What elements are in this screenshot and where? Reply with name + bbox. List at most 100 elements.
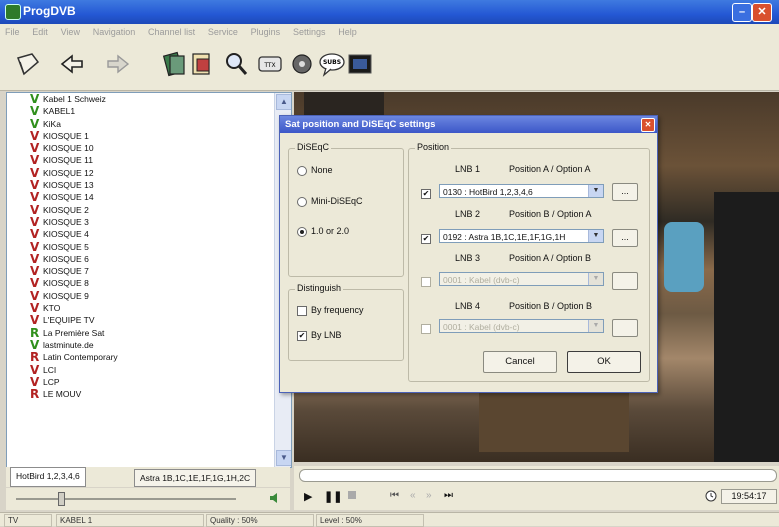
back-icon[interactable]: [58, 50, 86, 78]
menu-channel-list[interactable]: Channel list: [143, 24, 200, 40]
channel-list-item[interactable]: V L'EQUIPE TV: [7, 314, 273, 326]
channel-list-item[interactable]: V KIOSQUE 3: [7, 216, 273, 228]
rewind-button[interactable]: «: [410, 490, 416, 501]
play-button[interactable]: ▶: [304, 490, 312, 503]
radio-none-dot[interactable]: [297, 165, 307, 176]
lnb2-checkbox[interactable]: ✔: [421, 234, 431, 244]
lnb1-checkbox[interactable]: ✔: [421, 189, 431, 199]
channel-list-item[interactable]: V KIOSQUE 14: [7, 191, 273, 203]
fast-forward-button[interactable]: »: [426, 490, 432, 501]
by-lnb-box[interactable]: ✔: [297, 330, 307, 341]
by-frequency-box[interactable]: [297, 305, 307, 316]
channel-name: KIOSQUE 13: [43, 180, 94, 191]
chevron-down-icon[interactable]: ▼: [588, 273, 603, 285]
volume-slider-thumb[interactable]: [58, 492, 65, 506]
record-icon[interactable]: [160, 50, 188, 78]
radio-diseqc-1-2[interactable]: 1.0 or 2.0: [297, 226, 349, 237]
lnb1-more-button[interactable]: ...: [612, 183, 638, 201]
radio-mini-diseqc[interactable]: Mini-DiSEqC: [297, 196, 363, 207]
menu-plugins[interactable]: Plugins: [246, 24, 286, 40]
channel-list-item[interactable]: R Latin Contemporary: [7, 351, 273, 363]
lnb4-more-button[interactable]: [612, 319, 638, 337]
channel-list-item[interactable]: V KIOSQUE 7: [7, 265, 273, 277]
radio-diseqc-1-2-label: 1.0 or 2.0: [311, 226, 350, 236]
channel-list-item[interactable]: V KIOSQUE 13: [7, 179, 273, 191]
dialog-close-button[interactable]: ✕: [641, 118, 655, 132]
lnb3-checkbox[interactable]: [421, 277, 431, 287]
by-lnb-checkbox[interactable]: ✔ By LNB: [297, 330, 342, 341]
channel-list-item[interactable]: V LCI: [7, 364, 273, 376]
lnb4-select[interactable]: 0001 : Kabel (dvb-c) ▼: [439, 319, 604, 333]
menu-edit[interactable]: Edit: [27, 24, 53, 40]
lnb3-more-button[interactable]: [612, 272, 638, 290]
menu-service[interactable]: Service: [203, 24, 243, 40]
menu-view[interactable]: View: [56, 24, 85, 40]
radio-mini-diseqc-dot[interactable]: [297, 196, 307, 207]
subs-icon[interactable]: SUBS: [318, 50, 346, 78]
channel-list-item[interactable]: V KIOSQUE 1: [7, 130, 273, 142]
chevron-down-icon[interactable]: ▼: [588, 320, 603, 332]
scroll-down-button[interactable]: ▼: [276, 450, 291, 466]
lnb3-select[interactable]: 0001 : Kabel (dvb-c) ▼: [439, 272, 604, 286]
forward-icon[interactable]: [104, 50, 132, 78]
lnb1-select-value: 0130 : HotBird 1,2,3,4,6: [443, 187, 533, 197]
channel-list-item[interactable]: V KTO: [7, 302, 273, 314]
channel-list-item[interactable]: V KiKa: [7, 118, 273, 130]
chevron-down-icon[interactable]: ▼: [588, 185, 603, 197]
lnb4-checkbox[interactable]: [421, 324, 431, 334]
tab-hotbird[interactable]: HotBird 1,2,3,4,6: [10, 467, 86, 487]
epg-icon[interactable]: [288, 50, 316, 78]
channel-list-item[interactable]: V Kabel 1 Schweiz: [7, 93, 273, 105]
channel-list-item[interactable]: V KIOSQUE 4: [7, 228, 273, 240]
channel-list-item[interactable]: V KIOSQUE 8: [7, 277, 273, 289]
speaker-icon[interactable]: [268, 491, 282, 505]
menu-navigation[interactable]: Navigation: [88, 24, 141, 40]
search-icon[interactable]: [222, 50, 250, 78]
lnb2-more-button[interactable]: ...: [612, 229, 638, 247]
menu-help[interactable]: Help: [333, 24, 362, 40]
prev-button[interactable]: ⏮: [390, 490, 399, 501]
channel-list-item[interactable]: Vlastminute.de: [7, 339, 273, 351]
lnb2-select[interactable]: 0192 : Astra 1B,1C,1E,1F,1G,1H ▼: [439, 229, 604, 243]
next-button[interactable]: ⏭: [444, 490, 453, 501]
channel-list-item[interactable]: V KIOSQUE 12: [7, 167, 273, 179]
channel-list-item[interactable]: V KABEL1: [7, 105, 273, 117]
channel-name: KIOSQUE 4: [43, 229, 89, 240]
volume-track[interactable]: [16, 498, 236, 500]
menu-file[interactable]: File: [0, 24, 25, 40]
teletext-icon[interactable]: TTX: [256, 50, 284, 78]
lnb2-option: Position B / Option A: [509, 209, 592, 219]
close-button[interactable]: ✕: [752, 3, 772, 22]
radio-none[interactable]: None: [297, 165, 333, 176]
channel-list-item[interactable]: V KIOSQUE 5: [7, 241, 273, 253]
channel-list-item[interactable]: R LE MOUV: [7, 388, 273, 400]
channel-list-item[interactable]: V KIOSQUE 11: [7, 154, 273, 166]
scheduler-icon[interactable]: [188, 50, 216, 78]
menu-settings[interactable]: Settings: [288, 24, 331, 40]
channel-name: KIOSQUE 11: [43, 155, 93, 166]
position-group-label: Position: [415, 142, 452, 152]
chevron-down-icon[interactable]: ▼: [588, 230, 603, 242]
pause-button[interactable]: ❚❚: [324, 490, 342, 503]
channel-list-item[interactable]: V KIOSQUE 9: [7, 290, 273, 302]
channel-list-item[interactable]: V KIOSQUE 10: [7, 142, 273, 154]
seek-bar[interactable]: [299, 469, 777, 482]
radio-mini-diseqc-label: Mini-DiSEqC: [311, 196, 363, 206]
video-icon[interactable]: [346, 50, 374, 78]
channel-list-item[interactable]: R La Première Sat: [7, 327, 273, 339]
radio-diseqc-1-2-dot[interactable]: [297, 226, 307, 237]
ok-button[interactable]: OK: [567, 351, 641, 373]
channel-list-item[interactable]: V LCP: [7, 376, 273, 388]
channel-list-item[interactable]: V KIOSQUE 6: [7, 253, 273, 265]
channel-list-item[interactable]: V KIOSQUE 2: [7, 204, 273, 216]
open-icon[interactable]: [14, 50, 42, 78]
scroll-up-button[interactable]: ▲: [276, 94, 291, 110]
by-frequency-checkbox[interactable]: By frequency: [297, 305, 364, 316]
tab-astra[interactable]: Astra 1B,1C,1E,1F,1G,1H,2C: [134, 469, 257, 487]
cancel-button[interactable]: Cancel: [483, 351, 557, 373]
stop-button[interactable]: [348, 491, 356, 499]
lnb1-select[interactable]: 0130 : HotBird 1,2,3,4,6 ▼: [439, 184, 604, 198]
tv-channel-icon: V: [30, 239, 40, 254]
lnb1-option: Position A / Option A: [509, 164, 591, 174]
minimize-button[interactable]: –: [732, 3, 752, 22]
